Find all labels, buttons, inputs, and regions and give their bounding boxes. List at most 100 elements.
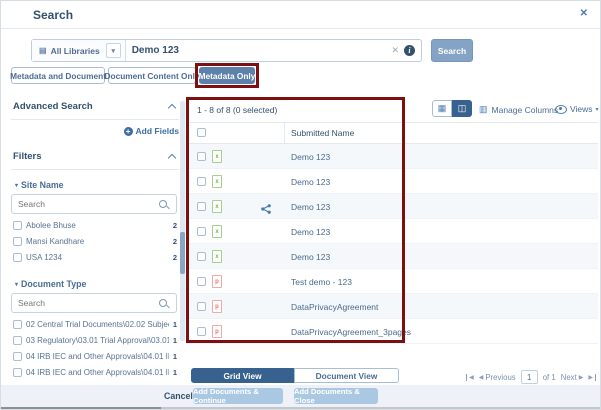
row-checkbox[interactable] (197, 202, 206, 211)
pdf-file-icon (212, 325, 222, 338)
search-bar: ▤ All Libraries ▾ ✕ i (31, 39, 422, 62)
search-query-input[interactable] (126, 45, 387, 56)
results-scrollbar-thumb[interactable] (180, 232, 185, 274)
previous-page-button[interactable]: ◀ Previous (479, 373, 516, 382)
next-triangle-icon: ▶ (588, 374, 593, 381)
document-type-search (11, 293, 177, 313)
views-menu-button[interactable]: Views ▾ (555, 104, 599, 114)
library-caret-icon[interactable]: ▾ (106, 43, 121, 58)
row-checkbox[interactable] (197, 152, 206, 161)
search-button[interactable]: Search (431, 39, 473, 62)
last-page-bar-icon (595, 374, 596, 381)
library-icon: ▤ (39, 46, 47, 55)
filter-group-site-name[interactable]: ▾ Site Name (15, 180, 64, 190)
filter-option-count: 1 (173, 352, 177, 361)
divider (11, 119, 179, 120)
filter-checkbox[interactable] (13, 221, 22, 230)
library-selector[interactable]: ▤ All Libraries ▾ (32, 40, 126, 61)
grid-layout-icon[interactable]: ▦ (432, 100, 452, 117)
filter-checkbox[interactable] (13, 237, 22, 246)
filters-title: Filters (13, 151, 42, 162)
filter-checkbox[interactable] (13, 352, 22, 361)
info-icon[interactable]: i (404, 45, 415, 56)
list-layout-icon[interactable]: ◫ (452, 100, 472, 117)
prev-triangle-icon: ◀ (469, 374, 474, 381)
filter-group-document-type[interactable]: ▾ Document Type (15, 279, 86, 289)
filter-option: USA 1234 2 (13, 253, 177, 262)
tab-metadata-only[interactable]: Metadata Only (199, 67, 255, 84)
filter-option-label: 04 IRB IEC and Other Approvals\04.01 IRB… (26, 352, 169, 361)
filter-option: 04 IRB IEC and Other Approvals\04.01 IRB… (13, 368, 177, 377)
library-selector-label: All Libraries (51, 46, 100, 56)
close-icon[interactable]: ✕ (580, 8, 588, 19)
table-row[interactable]: Test demo - 123 (187, 269, 598, 294)
add-documents-continue-button[interactable]: Add Documents & Continue (193, 388, 283, 404)
first-page-button[interactable]: ◀ (466, 374, 474, 381)
cancel-button[interactable]: Cancel (164, 391, 193, 401)
caret-down-icon: ▾ (596, 106, 599, 113)
filter-option-count: 2 (173, 221, 177, 230)
search-dialog: Search ✕ ▤ All Libraries ▾ ✕ i Search Me… (0, 0, 601, 410)
filter-option-count: 1 (173, 368, 177, 377)
document-type-search-input[interactable] (12, 298, 159, 308)
row-checkbox[interactable] (197, 277, 206, 286)
manage-columns-button[interactable]: ▥ Manage Columns (479, 104, 558, 115)
filter-checkbox[interactable] (13, 320, 22, 329)
columns-icon: ▥ (479, 104, 488, 115)
filter-checkbox[interactable] (13, 253, 22, 262)
next-label: Next (561, 373, 577, 382)
row-checkbox[interactable] (197, 252, 206, 261)
header-divider (1, 28, 601, 29)
add-fields-label: Add Fields (136, 126, 179, 136)
row-submitted-name: DataPrivacyAgreement (291, 302, 378, 312)
collapse-filters-icon[interactable] (168, 154, 176, 162)
tab-document-content-only[interactable]: Document Content Only (108, 67, 196, 84)
table-row[interactable]: DataPrivacyAgreement (187, 294, 598, 319)
first-page-bar-icon (466, 374, 467, 381)
site-name-search-input[interactable] (12, 199, 159, 209)
row-checkbox[interactable] (197, 327, 206, 336)
triangle-down-icon: ▾ (15, 281, 18, 288)
filter-checkbox[interactable] (13, 368, 22, 377)
manage-columns-label: Manage Columns (492, 105, 559, 115)
table-row[interactable]: DataPrivacyAgreement_3pages (187, 319, 598, 344)
table-row[interactable]: Demo 123 (187, 244, 598, 269)
filter-option-label: USA 1234 (26, 253, 169, 262)
clear-query-icon[interactable]: ✕ (391, 45, 399, 56)
column-divider (284, 123, 285, 143)
views-label: Views (570, 104, 593, 114)
filter-option: 03 Regulatory\03.01 Trial Approval\03.01… (13, 336, 177, 345)
last-page-button[interactable]: ▶ (588, 374, 596, 381)
row-checkbox[interactable] (197, 177, 206, 186)
tab-metadata-and-document[interactable]: Metadata and Document (11, 67, 105, 84)
table-row[interactable]: Demo 123 (187, 144, 598, 169)
add-icon: + (124, 127, 133, 136)
table-row[interactable]: Demo 123 (187, 169, 598, 194)
advanced-search-title: Advanced Search (13, 101, 93, 112)
row-submitted-name: Demo 123 (291, 227, 330, 237)
page-number-input[interactable]: 1 (521, 370, 538, 384)
document-view-button[interactable]: Document View (294, 368, 399, 383)
filter-option-label: 04 IRB IEC and Other Approvals\04.01 IRB… (26, 368, 169, 377)
add-fields-button[interactable]: + Add Fields (11, 126, 179, 136)
results-scrollbar-track[interactable] (180, 101, 185, 341)
row-checkbox[interactable] (197, 227, 206, 236)
excel-file-icon (212, 175, 222, 188)
pagination: ◀ ◀ Previous 1 of 1 Next ▶ ▶ (466, 370, 596, 384)
divider (187, 122, 598, 123)
add-documents-close-button[interactable]: Add Documents & Close (294, 388, 378, 404)
pdf-file-icon (212, 275, 222, 288)
previous-label: Previous (485, 373, 515, 382)
row-checkbox[interactable] (197, 302, 206, 311)
filter-checkbox[interactable] (13, 336, 22, 345)
table-row[interactable]: Demo 123 (187, 194, 598, 219)
grid-view-button[interactable]: Grid View (191, 368, 294, 383)
collapse-advanced-search-icon[interactable] (168, 104, 176, 112)
row-submitted-name: Demo 123 (291, 177, 330, 187)
table-row[interactable]: Demo 123 (187, 219, 598, 244)
column-header-submitted-name[interactable]: Submitted Name (291, 128, 354, 138)
share-icon (261, 201, 271, 211)
next-page-button[interactable]: Next ▶ (561, 373, 584, 382)
site-name-search (11, 194, 177, 214)
select-all-checkbox[interactable] (197, 128, 206, 137)
